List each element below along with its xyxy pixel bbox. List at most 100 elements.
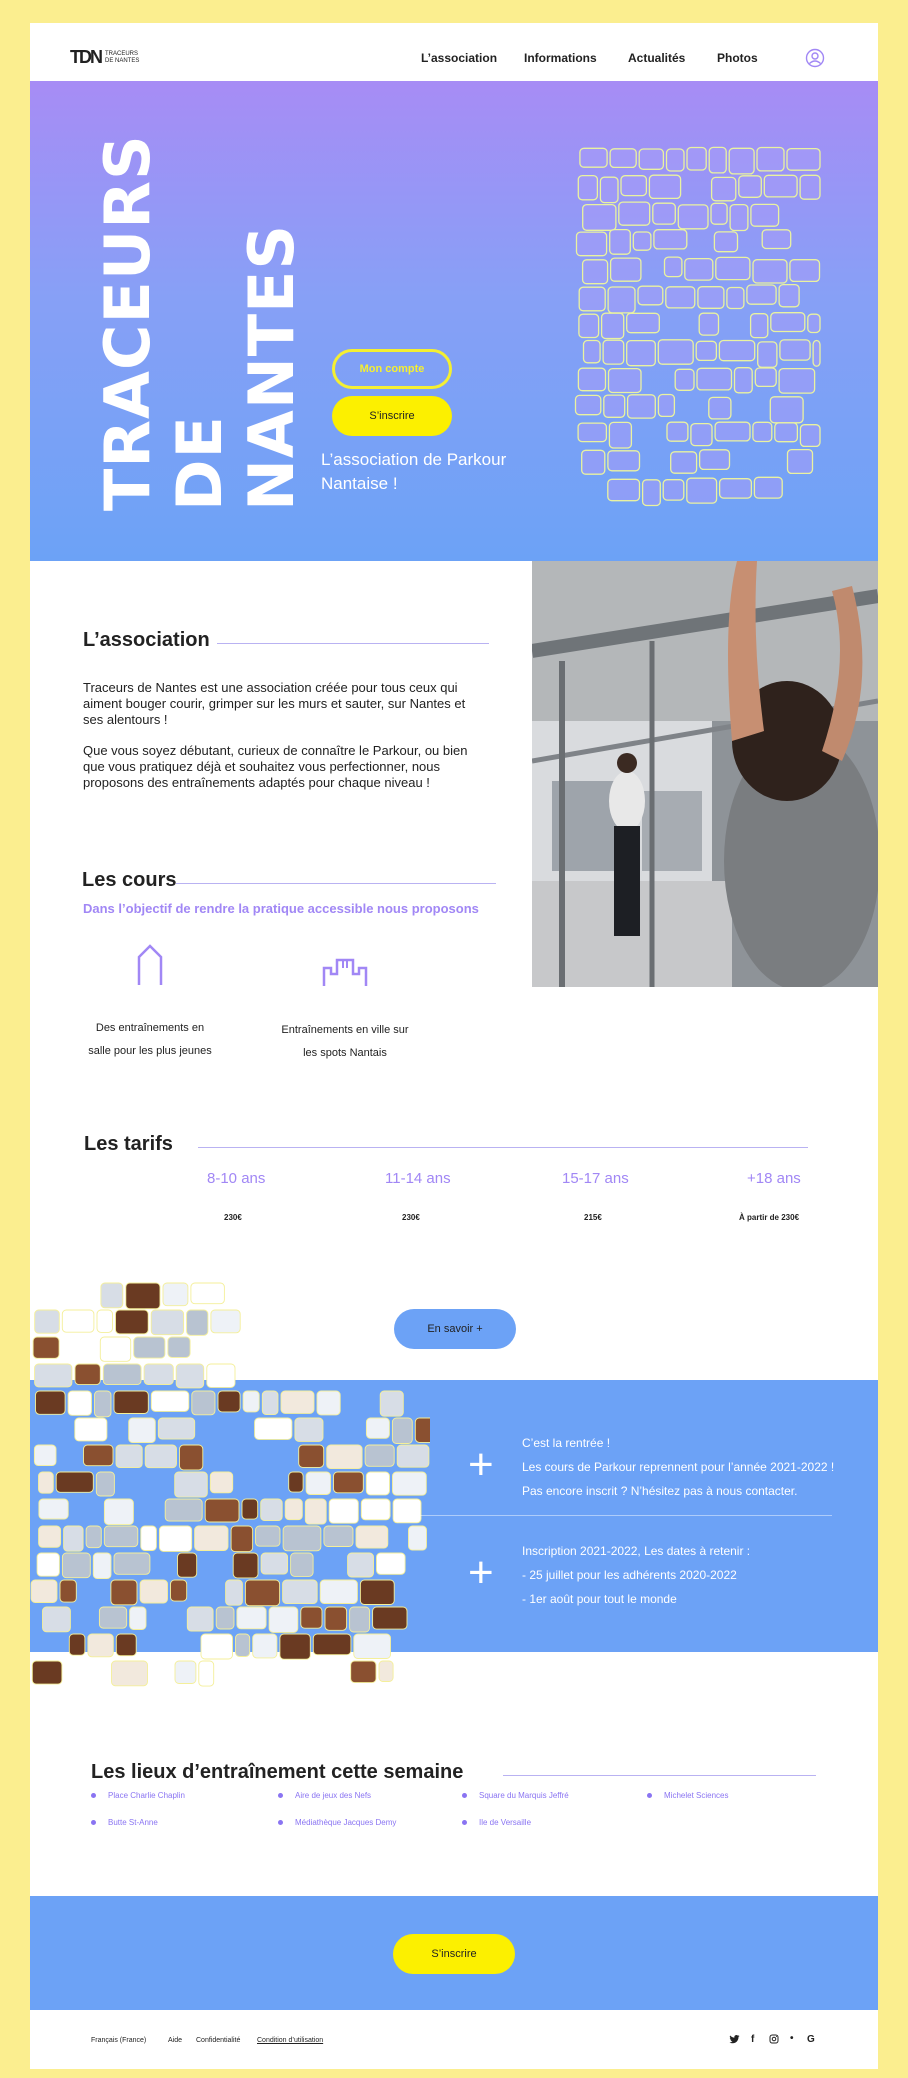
lieu-label: Aire de jeux des Nefs: [295, 1791, 372, 1800]
lieu-item[interactable]: Place Charlie Chaplin: [91, 1791, 185, 1800]
mosaic-cell: [115, 1633, 137, 1657]
mosaic-cell: [206, 1363, 236, 1388]
mosaic-cell: [175, 1363, 205, 1389]
lieu-item[interactable]: Butte St-Anne: [91, 1818, 158, 1827]
mosaic-cell: [279, 1633, 311, 1660]
stone-cell: [582, 203, 617, 231]
language-selector[interactable]: Français (France): [91, 2037, 146, 2044]
stone-cell: [602, 339, 625, 365]
mosaic-cell: [349, 1606, 370, 1633]
stone-cell: [607, 367, 642, 394]
mosaic-cell: [113, 1552, 151, 1575]
logo[interactable]: TDN TRACEURS DE NANTES: [70, 47, 139, 68]
mosaic-cell: [350, 1660, 377, 1684]
mosaic-cell: [305, 1471, 331, 1495]
mosaic-cell: [133, 1336, 166, 1359]
stone-cell: [686, 477, 718, 504]
stone-cell: [756, 146, 785, 172]
stone-cell: [752, 421, 773, 443]
stone-cell: [698, 449, 731, 471]
lieu-item[interactable]: Square du Marquis Jeffré: [462, 1791, 569, 1800]
footer-link-aide[interactable]: Aide: [168, 2037, 182, 2044]
mosaic-cell: [252, 1633, 278, 1659]
instagram-icon[interactable]: [769, 2034, 779, 2044]
user-account-icon[interactable]: [805, 48, 825, 68]
stone-cell: [578, 286, 606, 312]
bullet-dot-icon: [91, 1820, 96, 1825]
stone-cell: [608, 421, 633, 449]
lieu-label: Médiathèque Jacques Demy: [295, 1818, 397, 1827]
stone-cell: [581, 449, 606, 475]
stone-cell: [729, 203, 749, 232]
mosaic-cell: [414, 1417, 430, 1443]
mosaic-cell: [33, 1444, 57, 1467]
logo-line-2: DE NANTES: [105, 57, 140, 64]
stone-cell: [662, 479, 685, 501]
mosaic-cell: [396, 1444, 430, 1468]
stone-cell: [607, 286, 636, 314]
stone-cell: [574, 394, 602, 416]
account-button[interactable]: Mon compte: [332, 349, 452, 389]
stone-cell: [733, 367, 753, 394]
mosaic-cell: [144, 1444, 177, 1469]
lieu-item[interactable]: Michelet Sciences: [647, 1791, 728, 1800]
mosaic-cell: [241, 1498, 259, 1520]
stone-cell: [779, 339, 811, 361]
bullet-dot-icon: [278, 1793, 283, 1798]
dot-icon[interactable]: •: [790, 2033, 794, 2044]
lieu-item[interactable]: Aire de jeux des Nefs: [278, 1791, 371, 1800]
stone-cell: [786, 448, 814, 475]
mosaic-cell: [59, 1579, 77, 1603]
stone-cell: [696, 367, 733, 391]
stone-cell: [789, 259, 821, 283]
lieu-item[interactable]: Médiathèque Jacques Demy: [278, 1818, 396, 1827]
stone-cell: [657, 339, 694, 365]
nav-association[interactable]: L’association: [421, 51, 497, 65]
mosaic-cell: [38, 1471, 54, 1494]
news-2-line-1: Inscription 2021-2022, Les dates à reten…: [522, 1544, 751, 1558]
signup-button[interactable]: S’inscrire: [332, 396, 452, 436]
mosaic-cell: [347, 1552, 374, 1578]
mosaic-cell: [324, 1606, 348, 1631]
stone-cell: [577, 422, 608, 443]
mosaic-cell: [378, 1660, 394, 1682]
mosaic-cell: [102, 1363, 142, 1386]
photo-mosaic-illustration: [30, 1282, 430, 1687]
cours-item-outdoor-line-2: les spots Nantais: [303, 1047, 387, 1059]
mosaic-cell: [111, 1660, 148, 1687]
association-paragraph-1: Traceurs de Nantes est une association c…: [83, 680, 466, 727]
facebook-icon[interactable]: f: [751, 2034, 754, 2045]
stone-cell: [752, 259, 788, 284]
nav-actualites[interactable]: Actualités: [628, 51, 685, 65]
nav-informations[interactable]: Informations: [524, 51, 597, 65]
footer-link-confidentialite[interactable]: Confidentialité: [196, 2037, 240, 2044]
mosaic-cell: [63, 1525, 84, 1552]
google-icon[interactable]: G: [807, 2034, 815, 2045]
mosaic-cell: [376, 1552, 406, 1575]
site-footer: Français (France) Aide Confidentialité C…: [30, 2010, 878, 2069]
tarif-price-8-10: 230€: [224, 1213, 242, 1222]
mosaic-cell: [217, 1390, 241, 1413]
tarif-age-18-plus: +18 ans: [747, 1170, 801, 1187]
mosaic-cell: [365, 1417, 390, 1439]
city-skyline-icon: [322, 958, 368, 986]
signup-cta-button[interactable]: S’inscrire: [393, 1934, 515, 1974]
stone-cell: [670, 451, 698, 474]
nav-photos[interactable]: Photos: [717, 51, 758, 65]
lieu-item[interactable]: Ile de Versaille: [462, 1818, 531, 1827]
mosaic-cell: [282, 1525, 322, 1552]
mosaic-cell: [150, 1390, 190, 1412]
stone-cell: [757, 341, 778, 368]
mosaic-cell: [194, 1525, 229, 1551]
footer-link-conditions[interactable]: Condition d’utilisation: [257, 2037, 323, 2044]
bullet-dot-icon: [462, 1820, 467, 1825]
stone-cell: [609, 257, 642, 282]
twitter-icon[interactable]: [729, 2034, 740, 2045]
mosaic-cell: [140, 1525, 157, 1551]
stone-cell: [618, 201, 651, 226]
stone-cell: [718, 478, 753, 499]
hero-banner: TRACEURS DE NANTES Mon compte S’inscrire…: [30, 81, 878, 561]
mosaic-cell: [232, 1552, 259, 1579]
stone-cell: [626, 339, 656, 367]
logo-line-1: TRACEURS: [105, 50, 139, 57]
